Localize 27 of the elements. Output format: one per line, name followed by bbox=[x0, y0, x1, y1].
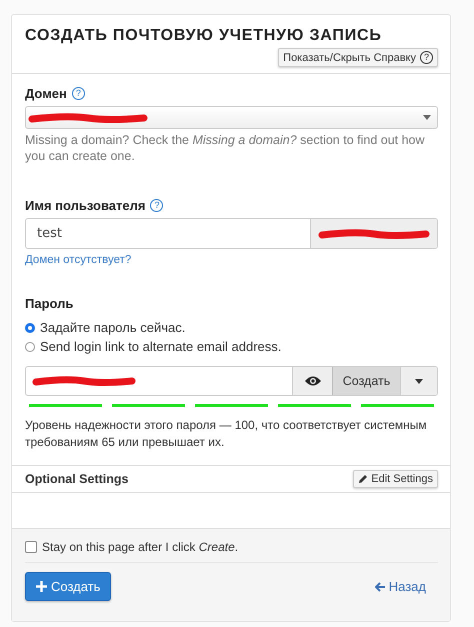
form-title: СОЗДАТЬ ПОЧТОВУЮ УЧЕТНУЮ ЗАПИСЬ bbox=[25, 27, 383, 45]
help-icon[interactable]: ? bbox=[72, 87, 85, 100]
help-text: Missing a domain? Check the Missing a domain? section to find out how you can create one. bbox=[25, 132, 426, 164]
username-field[interactable]: test bbox=[25, 218, 438, 249]
field-label: Имя пользователя bbox=[25, 198, 146, 213]
field-label: Домен bbox=[25, 86, 67, 101]
field-label: Пароль bbox=[25, 296, 74, 311]
arrow-left-icon bbox=[374, 582, 386, 592]
radio-button[interactable] bbox=[25, 322, 35, 332]
checkbox-label[interactable]: Stay on this page after I click Create. bbox=[42, 540, 238, 554]
checkbox[interactable] bbox=[25, 541, 37, 553]
caret-icon bbox=[423, 115, 431, 120]
edit-settings-button[interactable]: Edit Settings bbox=[353, 470, 438, 488]
section-title: Optional Settings bbox=[25, 472, 128, 486]
radio-label[interactable]: Send login link to alternate email address. bbox=[40, 339, 282, 354]
create-button[interactable]: Создать bbox=[25, 572, 112, 601]
help-toggle-button[interactable]: Показать/Скрыть Справку ? bbox=[278, 48, 438, 67]
help-icon[interactable]: ? bbox=[150, 199, 164, 212]
domain-select[interactable] bbox=[25, 106, 438, 129]
strength-text: Уровень надежности этого пароля — 100, что соответствует системным требованиям 65 или превышает их. bbox=[25, 417, 428, 451]
help-icon: ? bbox=[420, 51, 433, 64]
pencil-icon bbox=[358, 474, 368, 484]
radio-button[interactable] bbox=[25, 342, 35, 352]
back-link[interactable]: Назад bbox=[374, 579, 426, 594]
missing-domain-link[interactable]: Домен отсутствует? bbox=[25, 254, 132, 266]
radio-label[interactable]: Задайте пароль сейчас. bbox=[40, 320, 186, 335]
plus-icon bbox=[36, 581, 47, 592]
